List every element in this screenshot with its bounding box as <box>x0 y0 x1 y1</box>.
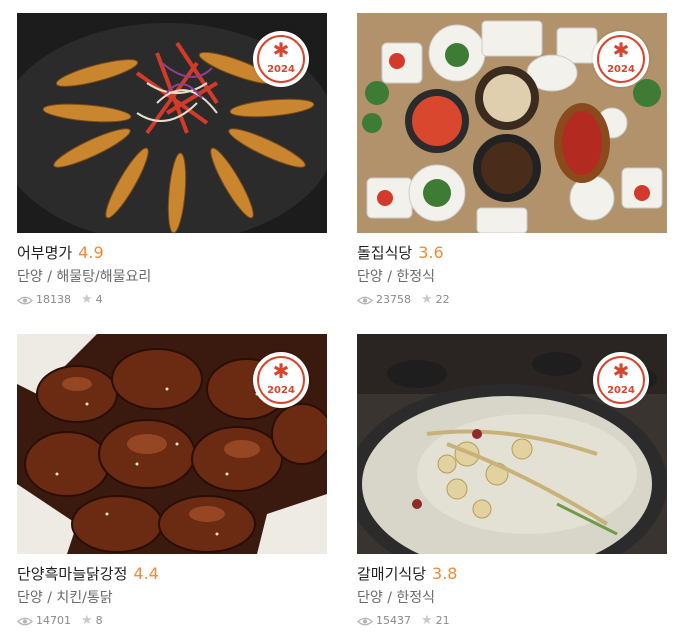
title-row: 어부명가 4.9 <box>17 242 327 264</box>
eye-icon <box>357 617 373 625</box>
star-icon: ★ <box>421 292 433 307</box>
badge-year: 2024 <box>267 385 295 396</box>
award-badge: ✱ 2024 <box>593 31 649 87</box>
review-count: 22 <box>435 293 450 306</box>
asterisk-icon: ✱ <box>612 38 630 62</box>
restaurant-photo[interactable]: ✱ 2024 <box>357 334 667 554</box>
restaurant-name[interactable]: 단양흑마늘닭강정 <box>17 565 127 583</box>
badge-year: 2024 <box>607 64 635 75</box>
category: 단양 / 치킨/통닭 <box>17 590 113 606</box>
category: 단양 / 해물탕/해물요리 <box>17 269 152 285</box>
asterisk-icon: ✱ <box>272 38 290 62</box>
restaurant-photo[interactable]: ✱ 2024 <box>17 334 327 554</box>
restaurant-photo[interactable]: ✱ 2024 <box>357 13 667 233</box>
stats-row: 23758 ★ 22 <box>357 293 667 307</box>
stats-row: 15437 ★ 21 <box>357 614 667 628</box>
restaurant-card[interactable]: ✱ 2024 돌집식당 3.6 단양 / 한정식 23758 ★ 22 <box>357 13 667 307</box>
rating: 3.8 <box>432 564 458 583</box>
restaurant-name[interactable]: 돌집식당 <box>357 244 412 262</box>
restaurant-name[interactable]: 갈매기식당 <box>357 565 426 583</box>
restaurant-photo[interactable]: ✱ 2024 <box>17 13 327 233</box>
asterisk-icon: ✱ <box>612 359 630 383</box>
review-count: 21 <box>435 614 450 627</box>
restaurant-card[interactable]: ✱ 2024 어부명가 4.9 단양 / 해물탕/해물요리 18138 ★ 4 <box>17 13 327 307</box>
award-badge: ✱ 2024 <box>593 352 649 408</box>
badge-year: 2024 <box>267 64 295 75</box>
title-row: 돌집식당 3.6 <box>357 242 667 264</box>
title-row: 갈매기식당 3.8 <box>357 563 667 585</box>
restaurant-name[interactable]: 어부명가 <box>17 244 72 262</box>
award-badge: ✱ 2024 <box>253 352 309 408</box>
stats-row: 18138 ★ 4 <box>17 293 327 307</box>
stats-row: 14701 ★ 8 <box>17 614 327 628</box>
eye-icon <box>17 296 33 304</box>
award-badge: ✱ 2024 <box>253 31 309 87</box>
eye-icon <box>17 617 33 625</box>
star-icon: ★ <box>81 292 93 307</box>
eye-icon <box>357 296 373 304</box>
badge-year: 2024 <box>607 385 635 396</box>
view-count: 23758 <box>376 293 411 306</box>
category: 단양 / 한정식 <box>357 269 436 285</box>
rating: 4.9 <box>78 243 104 262</box>
view-count: 18138 <box>36 293 71 306</box>
category: 단양 / 한정식 <box>357 590 436 606</box>
restaurant-card[interactable]: ✱ 2024 갈매기식당 3.8 단양 / 한정식 15437 ★ 21 <box>357 334 667 628</box>
asterisk-icon: ✱ <box>272 359 290 383</box>
star-icon: ★ <box>421 613 433 628</box>
rating: 3.6 <box>418 243 444 262</box>
view-count: 14701 <box>36 614 71 627</box>
star-icon: ★ <box>81 613 93 628</box>
restaurant-card[interactable]: ✱ 2024 단양흑마늘닭강정 4.4 단양 / 치킨/통닭 14701 ★ 8 <box>17 334 327 628</box>
review-count: 4 <box>95 293 103 306</box>
rating: 4.4 <box>133 564 159 583</box>
title-row: 단양흑마늘닭강정 4.4 <box>17 563 327 585</box>
view-count: 15437 <box>376 614 411 627</box>
review-count: 8 <box>95 614 103 627</box>
